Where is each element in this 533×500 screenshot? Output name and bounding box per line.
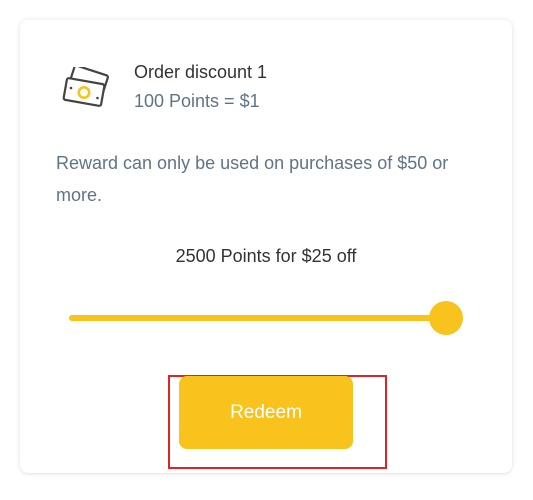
slider-value-label: 2500 Points for $25 off — [175, 246, 357, 266]
slider-fill — [69, 315, 446, 321]
slider-thumb[interactable] — [429, 301, 463, 335]
reward-title: Order discount 1 — [134, 62, 268, 82]
redeem-button[interactable]: Redeem — [179, 376, 353, 449]
reward-description: Reward can only be used on purchases of … — [56, 153, 449, 205]
points-rate: 100 Points = $1 — [134, 91, 260, 111]
points-slider[interactable] — [69, 301, 463, 335]
money-bills-icon — [62, 67, 109, 107]
